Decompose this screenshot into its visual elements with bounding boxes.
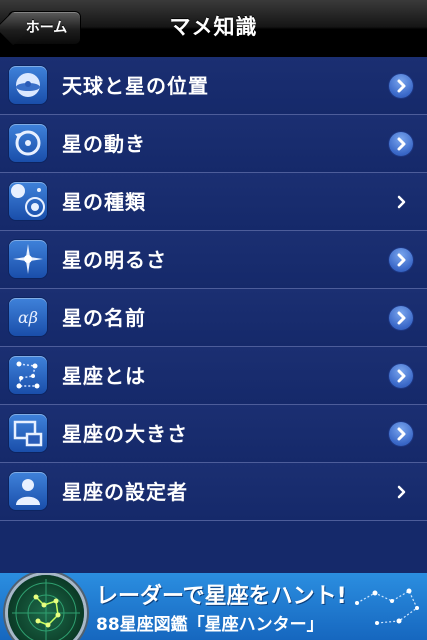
ad-banner[interactable]: レーダーで星座をハント! 88星座図鑑「星座ハンター」 <box>0 573 427 640</box>
page-title: マメ知識 <box>169 15 258 39</box>
list-item-label: 星の種類 <box>62 190 146 214</box>
size-compare-icon <box>9 414 47 452</box>
radar-icon <box>8 575 84 640</box>
list-item-celestial-sphere[interactable]: 天球と星の位置 <box>0 57 427 115</box>
list-item-star-types[interactable]: 星の種類 <box>0 173 427 231</box>
list-item-constellation-creators[interactable]: 星座の設定者 <box>0 463 427 521</box>
chevron-right-icon <box>389 422 413 446</box>
list-item-label: 星の名前 <box>62 306 146 330</box>
person-icon <box>9 472 47 510</box>
chevron-right-icon <box>389 306 413 330</box>
list-item-what-is-constellation[interactable]: 星座とは <box>0 347 427 405</box>
alpha-beta-glyph: αβ <box>18 308 38 327</box>
list-item-star-brightness[interactable]: 星の明るさ <box>0 231 427 289</box>
chevron-right-icon <box>389 74 413 98</box>
banner-sub-title: 「星座ハンター」 <box>187 615 324 635</box>
chevron-right-icon <box>389 364 413 388</box>
constellation-decoration-icon <box>355 588 419 625</box>
chevron-right-icon <box>389 132 413 156</box>
alpha-beta-icon: αβ <box>9 298 47 336</box>
celestial-sphere-icon <box>9 66 47 104</box>
bright-star-icon <box>9 240 47 278</box>
list-item-label: 天球と星の位置 <box>62 74 209 98</box>
banner-headline: レーダーで星座をハント! <box>96 584 347 609</box>
screen: ホーム マメ知識 天球と星の位置 星の動き 星の種類 星の明るさ αβ 星の名前… <box>0 0 427 640</box>
chevron-right-icon <box>391 482 411 502</box>
navigation-bar: ホーム マメ知識 <box>0 0 427 57</box>
banner-sub-prefix: 88星座図鑑 <box>96 615 188 635</box>
list-item-label: 星の動き <box>62 132 146 156</box>
chevron-right-icon <box>389 248 413 272</box>
topic-list: 天球と星の位置 星の動き 星の種類 星の明るさ αβ 星の名前 星座とは 星座の… <box>0 57 427 521</box>
star-types-icon <box>9 182 47 220</box>
banner-subtitle: 88星座図鑑「星座ハンター」 <box>96 610 324 635</box>
chevron-right-icon <box>391 192 411 212</box>
list-item-label: 星座の設定者 <box>62 480 188 504</box>
list-item-star-names[interactable]: αβ 星の名前 <box>0 289 427 347</box>
rotation-arrow-icon <box>9 124 47 162</box>
list-item-label: 星の明るさ <box>62 248 167 272</box>
list-item-star-motion[interactable]: 星の動き <box>0 115 427 173</box>
constellation-icon <box>9 356 47 394</box>
list-item-constellation-size[interactable]: 星座の大きさ <box>0 405 427 463</box>
list-item-label: 星座とは <box>62 364 146 388</box>
list-item-label: 星座の大きさ <box>62 422 188 446</box>
